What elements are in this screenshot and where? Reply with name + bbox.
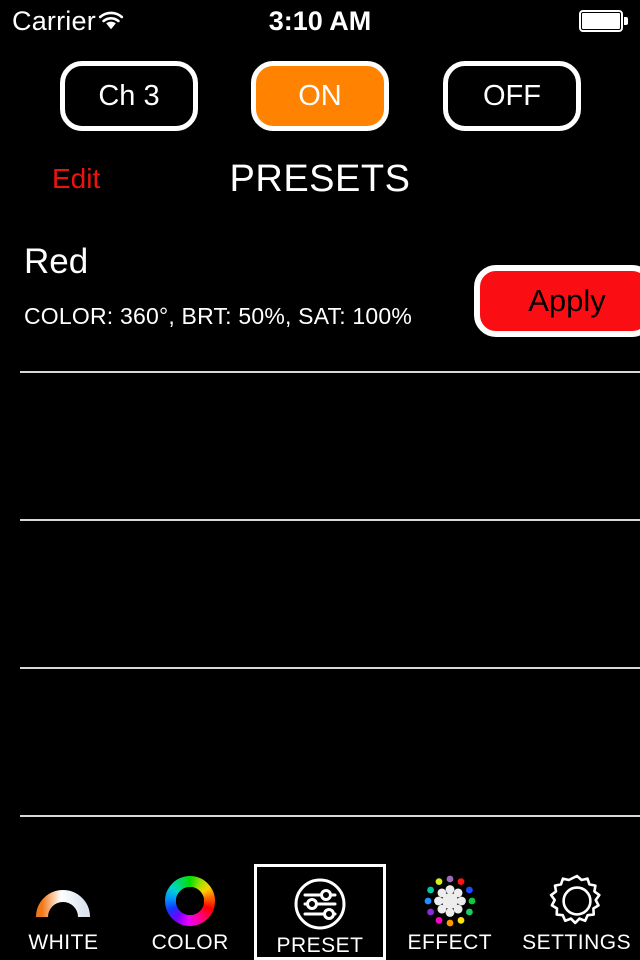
tab-bar: WHITE COLOR PRESET EFFECT SETTINGS	[0, 864, 640, 960]
tab-settings[interactable]: SETTINGS	[513, 864, 640, 960]
status-bar: Carrier 3:10 AM	[0, 0, 640, 42]
white-gradient-arc-icon	[35, 873, 91, 929]
apply-button[interactable]: Apply	[474, 265, 640, 337]
power-on-button[interactable]: ON	[251, 61, 389, 131]
tab-label: COLOR	[151, 931, 229, 954]
tab-label: EFFECT	[407, 931, 493, 954]
tab-white[interactable]: WHITE	[0, 864, 127, 960]
preset-list: Red COLOR: 360°, BRT: 50%, SAT: 100% App…	[0, 225, 640, 820]
top-control-bar: Ch 3 ON OFF	[0, 61, 640, 131]
effect-dots-starburst-icon	[422, 873, 478, 929]
page-title: PRESETS	[229, 158, 411, 200]
tab-preset[interactable]: PRESET	[253, 864, 387, 960]
sliders-circle-icon	[292, 876, 348, 932]
list-item[interactable]	[0, 669, 640, 817]
tab-effect[interactable]: EFFECT	[386, 864, 513, 960]
list-divider	[20, 815, 640, 817]
list-item[interactable]	[0, 521, 640, 669]
tab-color[interactable]: COLOR	[127, 864, 254, 960]
power-off-button[interactable]: OFF	[443, 61, 581, 131]
color-wheel-ring-icon	[162, 873, 218, 929]
battery-full-icon	[579, 10, 631, 32]
channel-button[interactable]: Ch 3	[60, 61, 198, 131]
tab-label: SETTINGS	[522, 931, 632, 954]
tab-label: WHITE	[28, 931, 99, 954]
preset-name: Red	[24, 242, 89, 281]
tab-label: PRESET	[276, 934, 364, 957]
list-item[interactable]	[0, 373, 640, 521]
gear-icon	[549, 873, 605, 929]
list-item[interactable]: Red COLOR: 360°, BRT: 50%, SAT: 100% App…	[0, 225, 640, 373]
preset-detail: COLOR: 360°, BRT: 50%, SAT: 100%	[24, 303, 413, 329]
status-time: 3:10 AM	[268, 6, 372, 36]
